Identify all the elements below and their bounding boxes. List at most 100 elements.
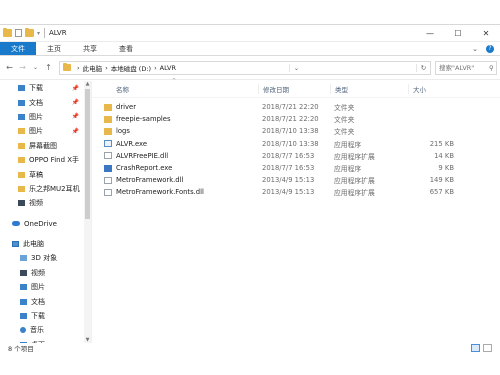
- search-input[interactable]: [439, 63, 489, 72]
- file-type: 应用程序扩展: [334, 152, 375, 161]
- breadcrumb-chevron-icon[interactable]: ›: [105, 64, 108, 72]
- sidebar-item-quick-access[interactable]: 视频: [0, 196, 91, 210]
- exe-icon: [104, 140, 112, 148]
- tab-view[interactable]: 查看: [108, 42, 144, 55]
- video-icon: [18, 200, 25, 207]
- pin-icon[interactable]: 📌: [72, 85, 79, 92]
- sidebar-item-quick-access[interactable]: 图片 📌: [0, 110, 91, 124]
- table-row[interactable]: driver 2018/7/21 22:20 文件夹: [92, 101, 500, 113]
- sidebar-item-quick-access[interactable]: 文档 📌: [0, 95, 91, 109]
- file-date: 2018/7/10 13:38: [262, 139, 319, 148]
- scrollbar-thumb[interactable]: [85, 89, 90, 219]
- sidebar-item-this-pc-child[interactable]: 文档: [0, 294, 91, 308]
- title-separator: [44, 28, 46, 38]
- sidebar-item-quick-access[interactable]: OPPO Find X手: [0, 153, 91, 167]
- folder-icon: [104, 103, 112, 111]
- table-row[interactable]: ALVRFreePIE.dll 2018/7/7 16:53 应用程序扩展 14 KB: [92, 150, 500, 162]
- file-name: ALVR.exe: [116, 139, 148, 148]
- file-size: 9 KB: [438, 164, 454, 173]
- pin-icon[interactable]: 📌: [72, 113, 79, 120]
- forward-arrow-icon[interactable]: →: [16, 63, 29, 72]
- expand-ribbon-icon[interactable]: ⌄: [472, 45, 478, 53]
- up-arrow-icon[interactable]: ↑: [42, 63, 55, 72]
- column-header-name[interactable]: ^ 名称: [92, 78, 258, 94]
- sidebar-item-this-pc-child[interactable]: 下载: [0, 309, 91, 323]
- address-bar[interactable]: › 此电脑 › 本地磁盘 (D:) › ALVR ⌄ ↻: [59, 60, 431, 75]
- table-row[interactable]: logs 2018/7/10 13:38 文件夹: [92, 125, 500, 137]
- table-row[interactable]: CrashReport.exe 2018/7/7 16:53 应用程序 9 KB: [92, 162, 500, 174]
- folder-icon: [63, 63, 71, 71]
- sidebar-item-this-pc[interactable]: 此电脑: [0, 237, 91, 251]
- breadcrumb-alvr[interactable]: ALVR: [160, 64, 176, 72]
- help-icon[interactable]: ?: [486, 44, 494, 53]
- address-dropdown-icon[interactable]: ⌄: [289, 63, 303, 72]
- file-name-cell[interactable]: ALVRFreePIE.dll: [92, 152, 258, 160]
- sidebar-item-this-pc-child[interactable]: 音乐: [0, 323, 91, 337]
- file-name: freepie-samples: [116, 115, 171, 124]
- tab-share[interactable]: 共享: [72, 42, 108, 55]
- back-arrow-icon[interactable]: ←: [3, 63, 16, 72]
- file-name-cell[interactable]: driver: [92, 103, 258, 111]
- sidebar-item-this-pc-child[interactable]: 图片: [0, 280, 91, 294]
- sidebar-item-this-pc-child[interactable]: 3D 对象: [0, 251, 91, 265]
- sidebar-item-label: 乐之邦MU2耳机: [29, 184, 80, 193]
- file-name-cell[interactable]: MetroFramework.Fonts.dll: [92, 188, 258, 196]
- file-name: MetroFramework.dll: [116, 176, 184, 185]
- file-name-cell[interactable]: ALVR.exe: [92, 140, 258, 148]
- file-name: MetroFramework.Fonts.dll: [116, 188, 204, 197]
- folder-icon: [104, 127, 112, 135]
- breadcrumb-local-disk[interactable]: 本地磁盘 (D:): [111, 63, 151, 73]
- file-name-cell[interactable]: freepie-samples: [92, 115, 258, 123]
- sidebar-item-quick-access[interactable]: 下载 📌: [0, 81, 91, 95]
- navigation-pane: 下载 📌 文档 📌 图片 📌 图片 📌 屏幕截图 OPPO Find X手 草稿 乐之邦MU2耳机 视频…: [0, 81, 92, 343]
- sidebar-item-quick-access[interactable]: 草稿: [0, 167, 91, 181]
- breadcrumb-chevron-icon[interactable]: ›: [77, 64, 80, 72]
- file-name-cell[interactable]: logs: [92, 127, 258, 135]
- scroll-up-icon[interactable]: ▲: [84, 81, 91, 87]
- checklist-icon[interactable]: [15, 29, 22, 37]
- folder-icon: [18, 171, 25, 178]
- file-name-cell[interactable]: CrashReport.exe: [92, 164, 258, 172]
- sidebar-item-quick-access[interactable]: 屏幕截图: [0, 139, 91, 153]
- documents-icon: [20, 298, 27, 305]
- details-view-icon[interactable]: [471, 343, 480, 352]
- table-row[interactable]: ALVR.exe 2018/7/10 13:38 应用程序 215 KB: [92, 138, 500, 150]
- quick-access-dropdown-icon[interactable]: ▾: [37, 30, 40, 37]
- pin-icon[interactable]: 📌: [72, 99, 79, 106]
- large-icons-view-icon[interactable]: [483, 343, 492, 352]
- tab-home[interactable]: 主页: [36, 42, 72, 55]
- window-title: ALVR: [49, 29, 67, 37]
- breadcrumb-chevron-icon[interactable]: ›: [154, 64, 157, 72]
- refresh-icon[interactable]: ↻: [416, 63, 430, 72]
- file-date: 2013/4/9 15:13: [262, 188, 315, 197]
- sidebar-item-label: 视频: [29, 199, 43, 208]
- sidebar-scrollbar[interactable]: ▲ ▼: [84, 81, 91, 343]
- recent-locations-icon[interactable]: ⌄: [29, 64, 42, 71]
- sidebar-item-label: 下载: [31, 312, 45, 321]
- file-type: 应用程序: [334, 140, 362, 149]
- sidebar-item-label: 下载: [29, 84, 43, 93]
- search-icon[interactable]: ⚲: [489, 64, 497, 72]
- file-name-cell[interactable]: MetroFramework.dll: [92, 176, 258, 184]
- column-header-type[interactable]: 类型: [330, 84, 408, 94]
- table-row[interactable]: MetroFramework.Fonts.dll 2013/4/9 15:13 应用…: [92, 186, 500, 198]
- new-folder-icon[interactable]: [25, 28, 34, 37]
- sidebar-item-quick-access[interactable]: 图片 📌: [0, 124, 91, 138]
- column-header-date[interactable]: 修改日期: [258, 84, 330, 94]
- search-box[interactable]: ⚲: [435, 60, 497, 75]
- pin-icon[interactable]: 📌: [72, 128, 79, 135]
- close-button[interactable]: ✕: [472, 25, 500, 42]
- column-header-size[interactable]: 大小: [408, 84, 458, 94]
- maximize-button[interactable]: ☐: [444, 25, 472, 42]
- table-row[interactable]: freepie-samples 2018/7/21 22:20 文件夹: [92, 113, 500, 125]
- sidebar-item-quick-access[interactable]: 乐之邦MU2耳机: [0, 182, 91, 196]
- file-name: CrashReport.exe: [116, 164, 173, 173]
- sidebar-item-onedrive[interactable]: OneDrive: [0, 217, 91, 231]
- pictures-icon: [20, 284, 27, 291]
- table-row[interactable]: MetroFramework.dll 2013/4/9 15:13 应用程序扩展 14…: [92, 174, 500, 186]
- tab-file[interactable]: 文件: [0, 42, 36, 55]
- minimize-button[interactable]: —: [416, 25, 444, 42]
- breadcrumb-this-pc[interactable]: 此电脑: [83, 63, 103, 73]
- file-type: 文件夹: [334, 104, 355, 113]
- sidebar-item-this-pc-child[interactable]: 视频: [0, 266, 91, 280]
